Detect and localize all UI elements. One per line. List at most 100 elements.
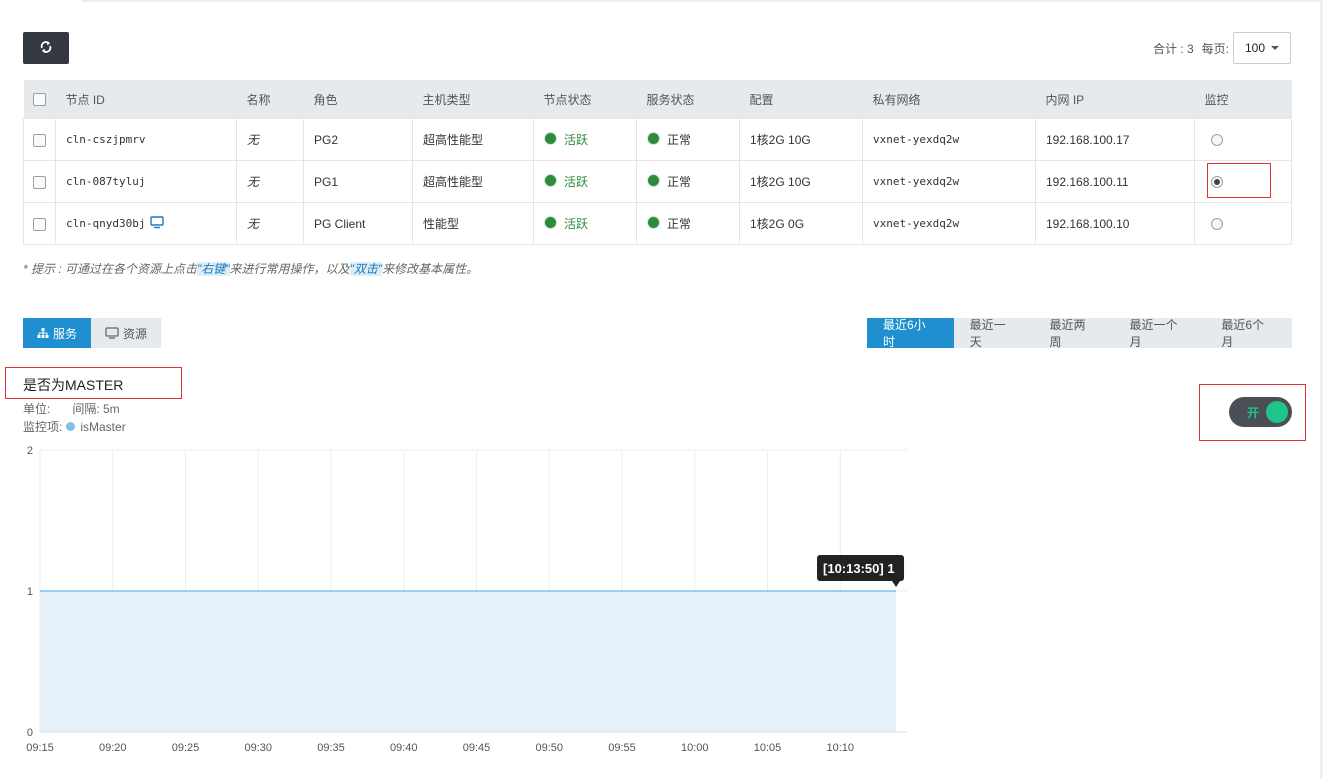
node-config: 1核2G 10G: [739, 160, 863, 203]
sitemap-icon: [37, 327, 49, 339]
select-all-checkbox[interactable]: [33, 93, 46, 107]
y-tick-label: 1: [27, 586, 33, 598]
node-id-cell[interactable]: cln-qnyd30bj: [55, 202, 237, 245]
host-type: 超高性能型: [412, 118, 534, 161]
row-select-cell: [23, 118, 56, 161]
status-dot-icon: [647, 216, 660, 229]
refresh-icon: [39, 40, 53, 57]
tip-double-click: "双击": [349, 262, 383, 276]
node-name: 无: [236, 160, 304, 203]
items-label: 监控项:: [23, 420, 63, 434]
desktop-icon: [105, 327, 119, 339]
x-tick-label: 09:55: [608, 742, 636, 754]
tab-service[interactable]: 服务: [23, 318, 92, 348]
vxnet-link[interactable]: vxnet-yexdq2w: [862, 202, 1036, 245]
node-status-cell: 活跃: [533, 118, 637, 161]
vxnet-link[interactable]: vxnet-yexdq2w: [862, 118, 1036, 161]
x-tick-label: 10:00: [681, 742, 709, 754]
row-checkbox[interactable]: [33, 175, 46, 189]
range-2w[interactable]: 最近两周: [1034, 318, 1114, 349]
tip-prefix: * 提示 : 可通过在各个资源上点击: [23, 262, 198, 276]
table-header-row: 节点 ID 名称 角色 主机类型 节点状态 服务状态 配置 私有网络 内网 IP…: [23, 80, 1292, 119]
status-dot-icon: [647, 174, 660, 187]
vxnet-link[interactable]: vxnet-yexdq2w: [862, 160, 1036, 203]
col-config[interactable]: 配置: [739, 80, 863, 119]
x-tick-label: 09:35: [317, 742, 345, 754]
service-status: 正常: [667, 217, 692, 231]
range-1m[interactable]: 最近一个月: [1113, 318, 1205, 349]
col-node-status[interactable]: 节点状态: [533, 80, 637, 119]
row-checkbox[interactable]: [33, 133, 46, 147]
status-dot-icon: [544, 132, 557, 145]
select-all-cell: [23, 80, 56, 119]
node-status: 活跃: [564, 217, 589, 231]
highlight-box-chart-title: [5, 367, 182, 399]
col-ip[interactable]: 内网 IP: [1035, 80, 1195, 119]
y-tick-label: 2: [27, 445, 33, 457]
legend-dot-icon: [66, 422, 76, 431]
monitor-icon[interactable]: [150, 215, 165, 232]
node-status-cell: 活跃: [533, 160, 637, 203]
series-area: [40, 591, 897, 732]
col-service-status[interactable]: 服务状态: [636, 80, 740, 119]
highlight-box-toggle: [1199, 384, 1306, 441]
unit-label: 单位:: [23, 402, 51, 416]
range-6h[interactable]: 最近6小时: [867, 318, 954, 349]
view-tabs: 服务 资源: [23, 318, 162, 348]
row-checkbox[interactable]: [33, 217, 46, 231]
node-status-cell: 活跃: [533, 202, 637, 245]
monitor-radio[interactable]: [1211, 134, 1223, 147]
node-id[interactable]: cln-cszjpmrv: [55, 118, 237, 161]
node-role: PG2: [303, 118, 413, 161]
highlight-box-monitor-radio: [1207, 163, 1271, 198]
chart-meta: 单位: 间隔: 5m: [23, 400, 120, 417]
status-dot-icon: [544, 174, 557, 187]
monitor-radio[interactable]: [1211, 218, 1223, 231]
node-role: PG Client: [303, 202, 413, 245]
table-row[interactable]: cln-087tyluj 无 PG1 超高性能型 活跃 正常 1核2G 10G …: [23, 160, 1292, 203]
tooltip-pointer: [892, 581, 901, 587]
chart-legend: 监控项: isMaster: [23, 418, 126, 435]
node-config: 1核2G 10G: [739, 118, 863, 161]
node-config: 1核2G 0G: [739, 202, 863, 245]
col-node-id[interactable]: 节点 ID: [55, 80, 237, 119]
status-dot-icon: [647, 132, 660, 145]
col-vxnet[interactable]: 私有网络: [862, 80, 1036, 119]
x-tick-label: 09:40: [390, 742, 418, 754]
legend-series-name: isMaster: [80, 419, 126, 434]
service-status-cell: 正常: [636, 160, 740, 203]
total-count: 合计 : 3: [1152, 41, 1194, 56]
status-dot-icon: [544, 216, 557, 229]
private-ip: 192.168.100.11: [1035, 160, 1195, 203]
col-role[interactable]: 角色: [303, 80, 413, 119]
host-type: 性能型: [412, 202, 534, 245]
col-name[interactable]: 名称: [236, 80, 304, 119]
node-name: 无: [236, 202, 304, 245]
table-row[interactable]: cln-qnyd30bj 无 PG Client 性能型 活跃 正常 1核2G …: [23, 202, 1292, 245]
usage-tip: * 提示 : 可通过在各个资源上点击"右键"来进行常用操作，以及"双击"来修改基…: [23, 260, 478, 277]
tooltip-time: [10:13:50] 1: [823, 561, 895, 576]
node-id[interactable]: cln-qnyd30bj: [66, 217, 145, 230]
pagination-info: 合计 : 3 每页: 100: [1153, 32, 1291, 64]
col-monitor[interactable]: 监控: [1194, 80, 1292, 119]
range-6m[interactable]: 最近6个月: [1205, 318, 1292, 349]
x-tick-label: 09:15: [26, 742, 54, 754]
tab-resource[interactable]: 资源: [91, 318, 162, 348]
tab-resource-label: 资源: [123, 326, 148, 341]
host-type: 超高性能型: [412, 160, 534, 203]
private-ip: 192.168.100.10: [1035, 202, 1195, 245]
col-host-type[interactable]: 主机类型: [412, 80, 534, 119]
refresh-button[interactable]: [23, 32, 69, 64]
per-page-select[interactable]: 100: [1233, 32, 1291, 64]
service-status-cell: 正常: [636, 118, 740, 161]
top-divider: [82, 0, 1322, 2]
private-ip: 192.168.100.17: [1035, 118, 1195, 161]
x-tick-label: 10:10: [826, 742, 854, 754]
node-id[interactable]: cln-087tyluj: [55, 160, 237, 203]
x-tick-label: 09:25: [172, 742, 200, 754]
node-status: 活跃: [564, 133, 589, 147]
tip-middle: 来进行常用操作，以及: [229, 262, 350, 276]
range-1d[interactable]: 最近一天: [954, 318, 1034, 349]
row-select-cell: [23, 160, 56, 203]
table-row[interactable]: cln-cszjpmrv 无 PG2 超高性能型 活跃 正常 1核2G 10G …: [23, 118, 1292, 161]
